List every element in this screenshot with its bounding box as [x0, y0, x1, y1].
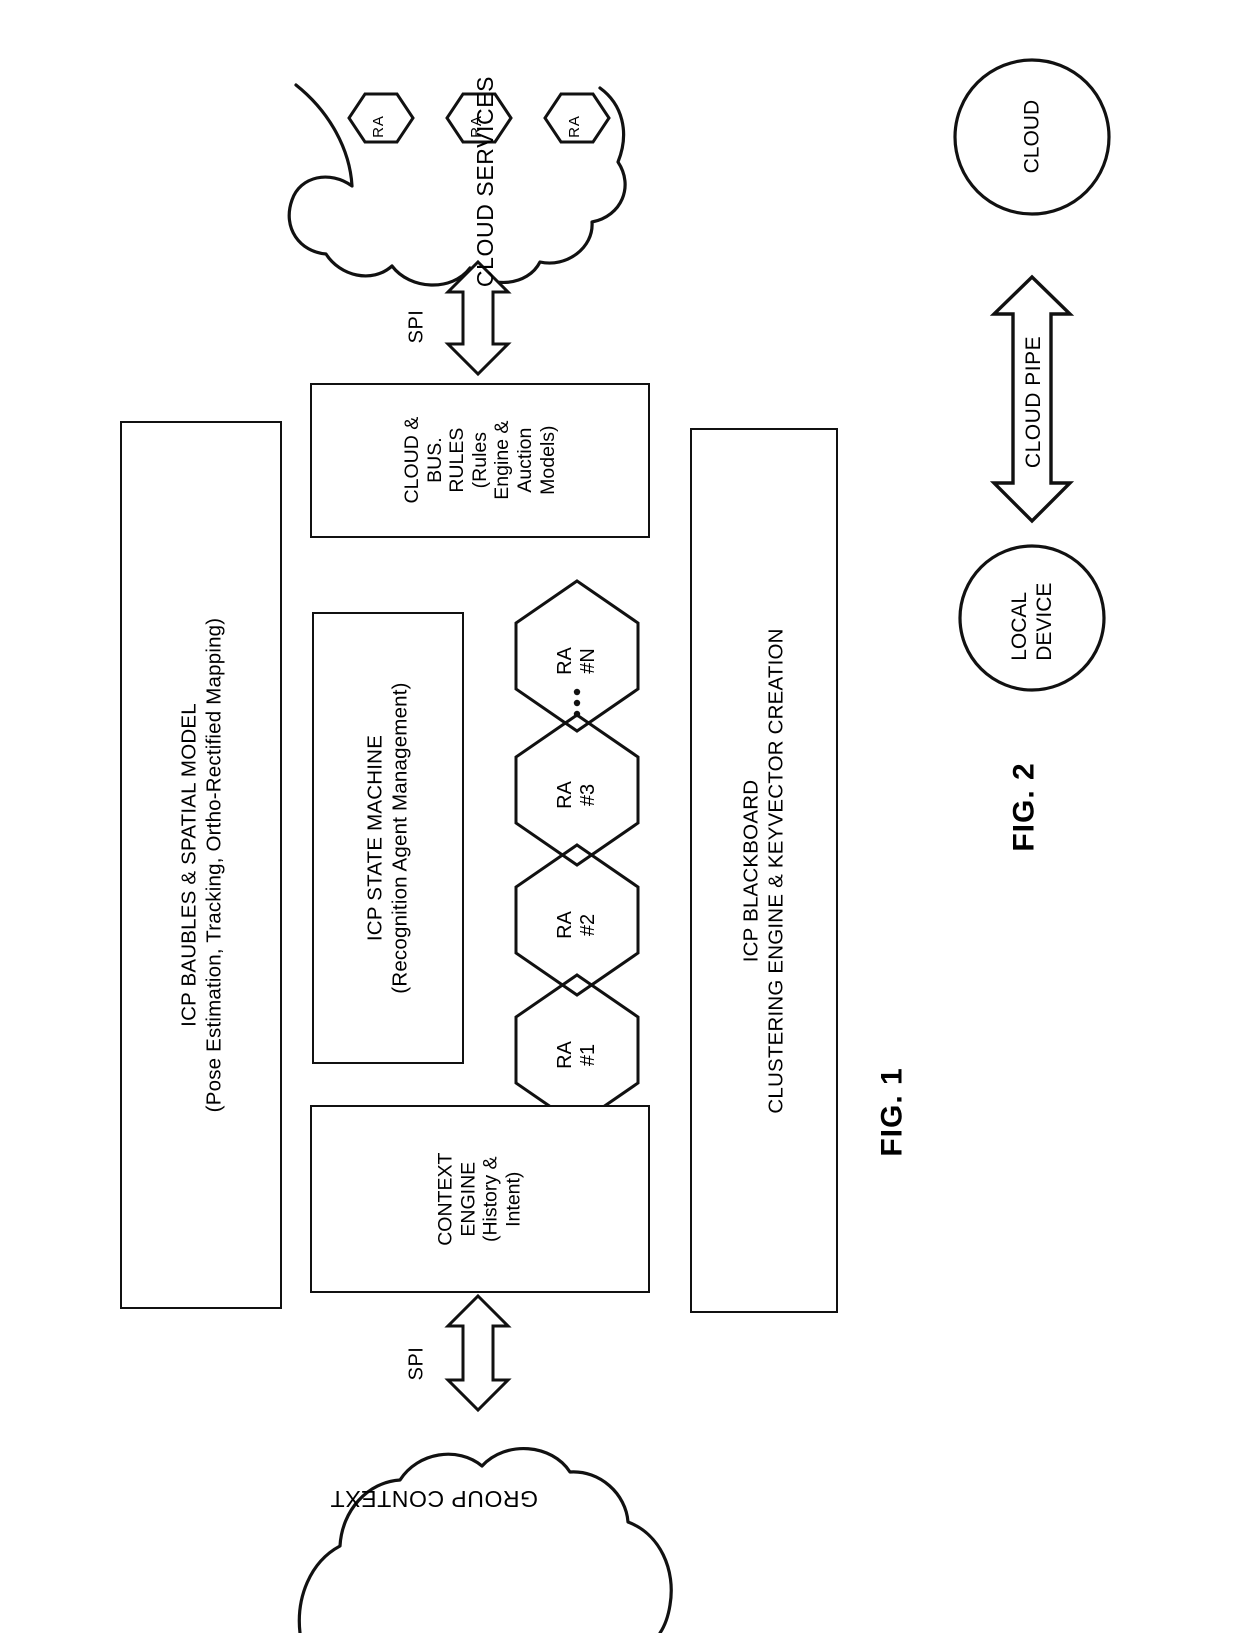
box-icp-baubles-line2: (Pose Estimation, Tracking, Ortho-Rectif… [202, 617, 225, 1113]
cloud-ra-label-1: RA [369, 115, 387, 138]
box-icp-state-machine[interactable]: ICP STATE MACHINE (Recognition Agent Man… [312, 612, 464, 1064]
ra-hex-label-N: RA #N [554, 631, 600, 691]
box-icp-blackboard[interactable]: ICP BLACKBOARD CLUSTERING ENGINE & KEYVE… [690, 428, 838, 1313]
box-state-machine-line1: ICP STATE MACHINE [364, 734, 388, 942]
cloud-ra-label-2: RA [467, 115, 485, 138]
local-device-line2: DEVICE [1033, 582, 1056, 661]
box-icp-baubles-text: ICP BAUBLES & SPATIAL MODEL (Pose Estima… [176, 618, 226, 1113]
ra-N-name: RA [554, 647, 576, 675]
box-icp-state-machine-text: ICP STATE MACHINE (Recognition Agent Man… [363, 682, 413, 993]
box-context-engine-text: CONTEXT ENGINE (History & Intent) [435, 1152, 525, 1245]
ra-hex-label-2: RA #2 [554, 895, 600, 955]
box-cloud-and-bus-rules[interactable]: CLOUD & BUS. RULES (Rules Engine & Aucti… [310, 383, 650, 538]
cloud-services-title: CLOUD SERVICES [472, 75, 499, 288]
fig1-label: FIG. 1 [875, 1067, 909, 1157]
box-state-machine-line2: (Recognition Agent Management) [389, 682, 413, 994]
local-device-line1: LOCAL [1008, 591, 1032, 661]
cloud-bus-rules-line-3: (Rules [468, 432, 491, 489]
box-icp-baubles-line1: ICP BAUBLES & SPATIAL MODEL [177, 703, 200, 1027]
ra-hex-label-3: RA #3 [554, 765, 600, 825]
cloud-bus-rules-line-1: BUS. [423, 437, 446, 484]
cloud-bus-rules-line-4: Engine & [491, 420, 514, 501]
ra-N-id: #N [577, 648, 599, 674]
group-context-cloud-shape [297, 1446, 673, 1633]
cloud-bus-rules-line-0: CLOUD & [400, 417, 423, 504]
box-blackboard-line1: ICP BLACKBOARD [740, 779, 764, 962]
cloud-bus-rules-line-2: RULES [446, 427, 469, 494]
context-engine-line-1: ENGINE [457, 1161, 480, 1237]
box-blackboard-line2: CLUSTERING ENGINE & KEYVECTOR CREATION [765, 627, 789, 1114]
ra-hex-label-1: RA #1 [554, 1025, 600, 1085]
fig2-label: FIG. 2 [1007, 762, 1041, 852]
ra-3-id: #3 [577, 783, 599, 807]
spi-label-top: SPI [405, 309, 428, 344]
fig2-local-device-label: LOCAL DEVICE [1008, 583, 1058, 661]
context-engine-line-0: CONTEXT [434, 1152, 457, 1246]
ra-2-id: #2 [577, 913, 599, 937]
fig2-cloud-label: CLOUD [1020, 99, 1044, 174]
ra-3-name: RA [554, 781, 576, 809]
context-engine-line-3: Intent) [502, 1171, 525, 1227]
cloud-pipe-label: CLOUD PIPE [1022, 335, 1046, 469]
box-icp-baubles-spatial-model[interactable]: ICP BAUBLES & SPATIAL MODEL (Pose Estima… [120, 421, 282, 1309]
box-icp-blackboard-text: ICP BLACKBOARD CLUSTERING ENGINE & KEYVE… [739, 628, 789, 1113]
ra-1-id: #1 [577, 1043, 599, 1067]
group-context-label: GROUP CONTEXT [330, 1486, 539, 1512]
context-engine-line-2: (History & [479, 1156, 502, 1242]
box-cloud-bus-rules-text: CLOUD & BUS. RULES (Rules Engine & Aucti… [401, 417, 559, 504]
patent-figure-sheet: ICP BAUBLES & SPATIAL MODEL (Pose Estima… [0, 0, 1240, 1633]
cloud-bus-rules-line-5: Auction [513, 427, 536, 494]
ra-ellipsis-dots [573, 688, 581, 718]
cloud-ra-label-3: RA [565, 115, 583, 138]
cloud-bus-rules-line-6: Models) [536, 425, 559, 496]
spi-arrow-bottom-shape [444, 1293, 512, 1413]
spi-label-bottom: SPI [405, 1346, 428, 1381]
ra-2-name: RA [554, 911, 576, 939]
ra-1-name: RA [554, 1041, 576, 1069]
box-context-engine[interactable]: CONTEXT ENGINE (History & Intent) [310, 1105, 650, 1293]
